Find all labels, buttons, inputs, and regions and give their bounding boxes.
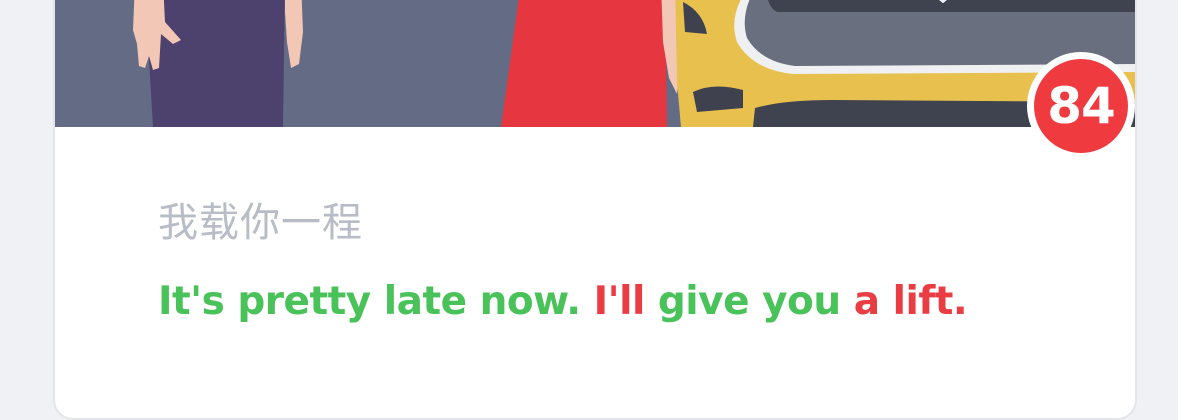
sentence-segment-incorrect: I'll [593,279,646,324]
sentence-segment-correct: give you [644,279,854,324]
sentence-segment-correct: It's pretty late now. [158,279,594,324]
sentence-card[interactable]: 84 我载你一程 It's pretty late now. I'll give… [53,0,1137,420]
chinese-prompt: 我载你一程 [158,200,363,246]
english-sentence[interactable]: It's pretty late now. I'll give you a li… [158,279,968,324]
score-badge: 84 [1027,52,1135,160]
score-value: 84 [1034,59,1128,153]
illustration-image [55,0,1135,127]
sentence-segment-incorrect: a lift. [853,279,968,324]
scene-illustration [55,0,1135,127]
